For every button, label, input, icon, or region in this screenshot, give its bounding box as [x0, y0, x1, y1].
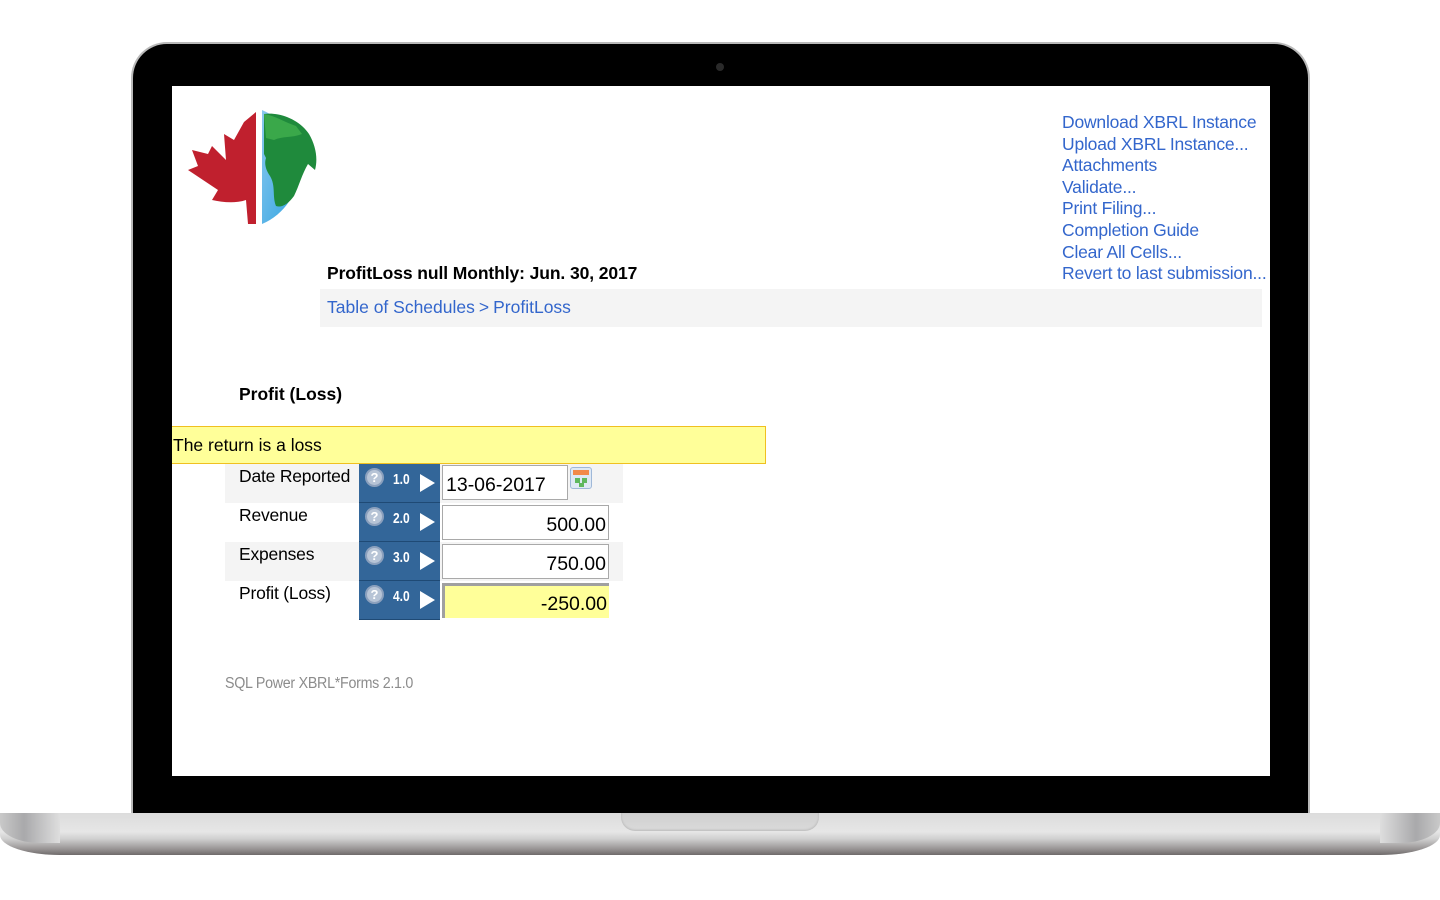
expand-arrow-icon[interactable]: [420, 591, 435, 609]
breadcrumb: Table of Schedules > ProfitLoss: [320, 289, 1262, 327]
clear-all-cells-link[interactable]: Clear All Cells...: [1062, 242, 1270, 264]
row-code-cell: ? 4.0: [359, 581, 440, 620]
form-row-date-reported: Date Reported ? 1.0: [225, 464, 623, 503]
row-label: Expenses: [239, 544, 315, 564]
page-title: ProfitLoss null Monthly: Jun. 30, 2017: [327, 263, 638, 283]
action-links: Download XBRL Instance Upload XBRL Insta…: [1062, 112, 1270, 285]
completion-guide-link[interactable]: Completion Guide: [1062, 220, 1270, 242]
breadcrumb-table-of-schedules[interactable]: Table of Schedules: [327, 297, 475, 317]
row-label: Revenue: [239, 505, 308, 525]
upload-xbrl-link[interactable]: Upload XBRL Instance...: [1062, 134, 1270, 156]
form-row-expenses: Expenses ? 3.0: [225, 542, 623, 581]
logo-icon: [188, 110, 317, 224]
row-label: Profit (Loss): [239, 583, 331, 603]
help-icon[interactable]: ?: [365, 546, 384, 565]
row-code-cell: ? 1.0: [359, 464, 440, 503]
revenue-input[interactable]: [442, 505, 609, 540]
expenses-input[interactable]: [442, 544, 609, 579]
row-code: 3.0: [393, 549, 410, 566]
row-label: Date Reported: [239, 466, 351, 486]
row-code: 4.0: [393, 588, 410, 605]
form-table: Date Reported ? 1.0 Revenue ? 2.0 Expens…: [225, 464, 623, 620]
breadcrumb-separator: >: [478, 297, 490, 317]
row-code-cell: ? 2.0: [359, 503, 440, 542]
row-code-cell: ? 3.0: [359, 542, 440, 581]
expand-arrow-icon[interactable]: [420, 552, 435, 570]
revert-submission-link[interactable]: Revert to last submission...: [1062, 263, 1270, 285]
screen: Download XBRL Instance Upload XBRL Insta…: [172, 86, 1270, 776]
help-icon[interactable]: ?: [365, 585, 384, 604]
footer-version: SQL Power XBRL*Forms 2.1.0: [225, 675, 414, 692]
camera-icon: [716, 63, 724, 71]
expand-arrow-icon[interactable]: [420, 513, 435, 531]
date-reported-input[interactable]: [442, 465, 568, 500]
loss-alert: The return is a loss: [172, 426, 766, 464]
row-code: 1.0: [393, 471, 410, 488]
help-icon[interactable]: ?: [365, 468, 384, 487]
laptop-notch: [621, 813, 819, 831]
print-filing-link[interactable]: Print Filing...: [1062, 198, 1270, 220]
download-xbrl-link[interactable]: Download XBRL Instance: [1062, 112, 1270, 134]
calendar-icon[interactable]: [570, 467, 592, 489]
attachments-link[interactable]: Attachments: [1062, 155, 1270, 177]
row-code: 2.0: [393, 510, 410, 527]
form-row-revenue: Revenue ? 2.0: [225, 503, 623, 542]
profit-loss-input[interactable]: [442, 583, 609, 618]
breadcrumb-profitloss[interactable]: ProfitLoss: [493, 297, 571, 317]
section-title: Profit (Loss): [239, 384, 343, 404]
validate-link[interactable]: Validate...: [1062, 177, 1270, 199]
help-icon[interactable]: ?: [365, 507, 384, 526]
expand-arrow-icon[interactable]: [420, 474, 435, 492]
form-row-profit-loss: Profit (Loss) ? 4.0: [225, 581, 623, 620]
